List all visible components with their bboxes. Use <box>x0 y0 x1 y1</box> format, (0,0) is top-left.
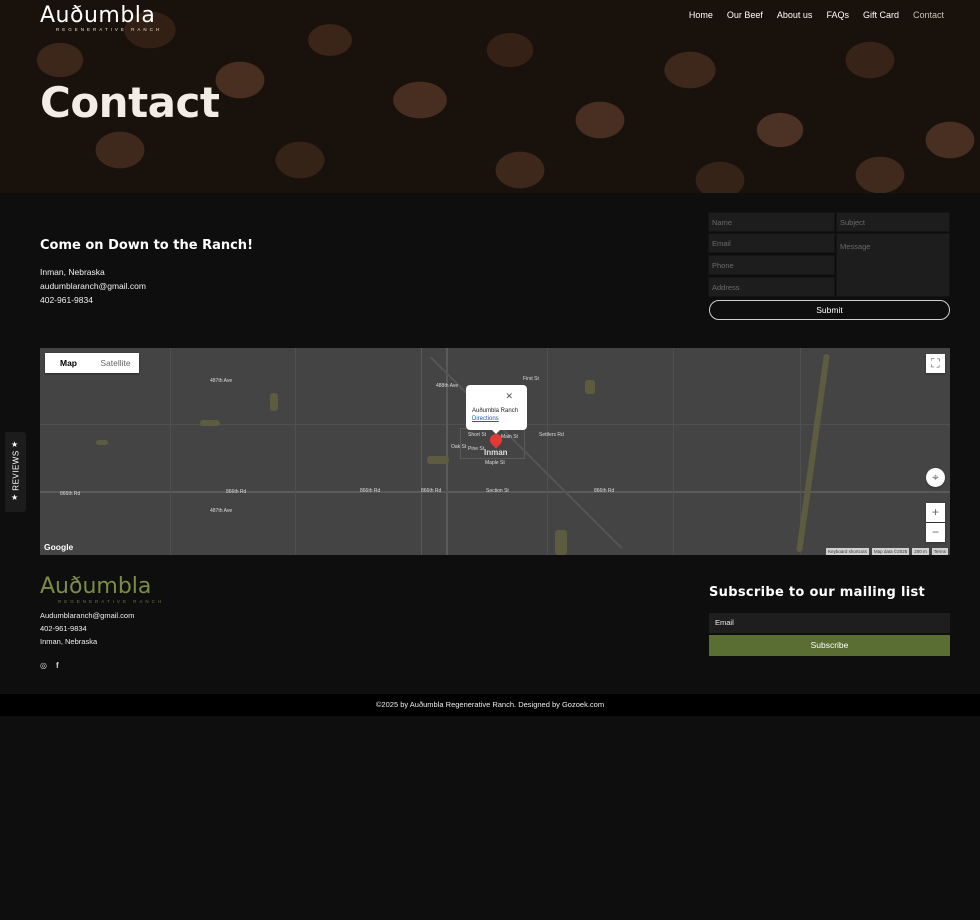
zoom-in-icon[interactable]: + <box>926 503 945 522</box>
contact-location: Inman, Nebraska <box>40 267 105 277</box>
map-pond <box>555 530 567 555</box>
map-street-label: First St <box>523 376 539 382</box>
map-street-label: 866th Rd <box>60 491 81 497</box>
map-pond <box>427 456 449 464</box>
message-placeholder: Message <box>840 242 871 251</box>
subscribe-title: Subscribe to our mailing list <box>709 585 926 600</box>
popup-title: Auðumbla Ranch <box>472 408 519 414</box>
map-street-label: 866th Rd <box>594 488 615 494</box>
map-street-label: 866th Rd <box>360 488 381 494</box>
map-pond <box>270 393 278 411</box>
map-road <box>421 348 422 555</box>
address-placeholder: Address <box>712 283 740 292</box>
footer-location: Inman, Nebraska <box>40 637 98 646</box>
map-pond <box>96 440 108 445</box>
footer-email[interactable]: Audumblaranch@gmail.com <box>40 611 134 620</box>
map-street-label: 487th Ave <box>210 378 233 384</box>
copyright-bar: ©2025 by Auðumbla Regenerative Ranch. De… <box>0 694 980 716</box>
map-river <box>796 353 830 553</box>
map-street-label: Section St <box>486 488 509 494</box>
map-pond <box>585 380 595 394</box>
map-road <box>460 458 525 459</box>
subscribe-email-input[interactable]: Email <box>709 613 950 633</box>
map-pond <box>200 420 220 426</box>
contact-email[interactable]: audumblaranch@gmail.com <box>40 281 146 291</box>
hero-banner: Auðumbla REGENERATIVE RANCH Home Our Bee… <box>0 0 980 193</box>
map-street-label: 866th Rd <box>421 488 442 494</box>
brand-logo[interactable]: Auðumbla REGENERATIVE RANCH <box>40 3 162 32</box>
contact-phone[interactable]: 402-961-9834 <box>40 295 93 305</box>
map-street-label: Settlers Rd <box>539 432 564 438</box>
map-town-label: Inman <box>484 448 508 457</box>
satellite-tab[interactable]: Satellite <box>92 353 139 373</box>
zoom-out-icon[interactable]: − <box>926 523 945 542</box>
location-target-icon[interactable]: ⌖ <box>926 468 945 487</box>
map-tab[interactable]: Map <box>45 353 92 373</box>
reviews-label: REVIEWS <box>11 450 21 491</box>
nav-our-beef[interactable]: Our Beef <box>727 10 763 20</box>
map-type-toggle: Map Satellite <box>45 353 139 373</box>
address-input[interactable]: Address <box>708 277 835 297</box>
keyboard-shortcuts-link[interactable]: Keyboard shortcuts <box>826 548 869 555</box>
name-placeholder: Name <box>712 218 733 227</box>
map-road <box>673 348 674 555</box>
email-placeholder: Email <box>712 239 731 248</box>
map-road <box>547 348 548 555</box>
brand-tagline: REGENERATIVE RANCH <box>56 27 163 32</box>
main-nav: Home Our Beef About us FAQs Gift Card Co… <box>689 10 944 20</box>
message-textarea[interactable]: Message <box>836 233 950 297</box>
terms-link[interactable]: Terms <box>931 548 948 555</box>
footer-phone[interactable]: 402-961-9834 <box>40 624 87 633</box>
map-street-label: 487th Ave <box>210 508 233 514</box>
map-street-label: Short St <box>468 432 487 438</box>
map-data-label: Map data ©2025 <box>871 548 910 555</box>
instagram-icon[interactable]: ◎ <box>40 661 47 670</box>
map-attribution: Keyboard shortcuts Map data ©2025 200 m … <box>826 548 948 555</box>
nav-contact[interactable]: Contact <box>913 10 944 20</box>
close-icon[interactable]: ✕ <box>505 391 513 402</box>
email-input[interactable]: Email <box>708 233 835 253</box>
contact-heading: Come on Down to the Ranch! <box>40 238 253 253</box>
subject-placeholder: Subject <box>840 218 866 227</box>
map-street-label: 866th Rd <box>226 489 247 495</box>
nav-about-us[interactable]: About us <box>777 10 813 20</box>
map-street-label: Main St <box>501 434 518 440</box>
directions-link[interactable]: Directions <box>472 416 499 422</box>
google-logo: Google <box>44 542 74 552</box>
page-title: Contact <box>40 78 220 127</box>
nav-home[interactable]: Home <box>689 10 713 20</box>
map-road <box>170 348 171 555</box>
submit-button[interactable]: Submit <box>709 300 950 320</box>
footer-brand-tagline: REGENERATIVE RANCH <box>58 599 165 604</box>
nav-faqs[interactable]: FAQs <box>826 10 849 20</box>
reviews-tab[interactable]: ★ REVIEWS ★ <box>5 432 26 512</box>
map-street-label: Pine St <box>468 446 485 452</box>
footer-logo[interactable]: Auðumbla REGENERATIVE RANCH <box>40 574 164 604</box>
brand-name: Auðumbla <box>40 3 156 28</box>
nav-gift-card[interactable]: Gift Card <box>863 10 899 20</box>
name-input[interactable]: Name <box>708 212 835 232</box>
map-road <box>460 428 461 458</box>
subscribe-button[interactable]: Subscribe <box>709 635 950 656</box>
facebook-icon[interactable]: f <box>56 661 59 670</box>
map-street-label: Oak St <box>451 444 467 450</box>
map-scale-label: 200 m <box>912 548 929 555</box>
map-street-label: 488th Ave <box>436 383 459 389</box>
map-road <box>295 348 296 555</box>
phone-input[interactable]: Phone <box>708 255 835 275</box>
google-map[interactable]: 866th Rd 866th Rd 866th Rd 866th Rd Sect… <box>40 348 950 555</box>
subject-input[interactable]: Subject <box>836 212 950 232</box>
map-street-label: Maple St <box>485 460 505 466</box>
phone-placeholder: Phone <box>712 261 734 270</box>
map-road <box>446 348 448 555</box>
footer-brand-name: Auðumbla <box>40 574 152 599</box>
star-icon: ★ <box>11 493 19 502</box>
fullscreen-icon[interactable]: ⛶ <box>926 354 945 373</box>
subscribe-email-placeholder: Email <box>715 618 734 627</box>
map-info-popup: ✕ Auðumbla Ranch Directions <box>466 385 527 430</box>
